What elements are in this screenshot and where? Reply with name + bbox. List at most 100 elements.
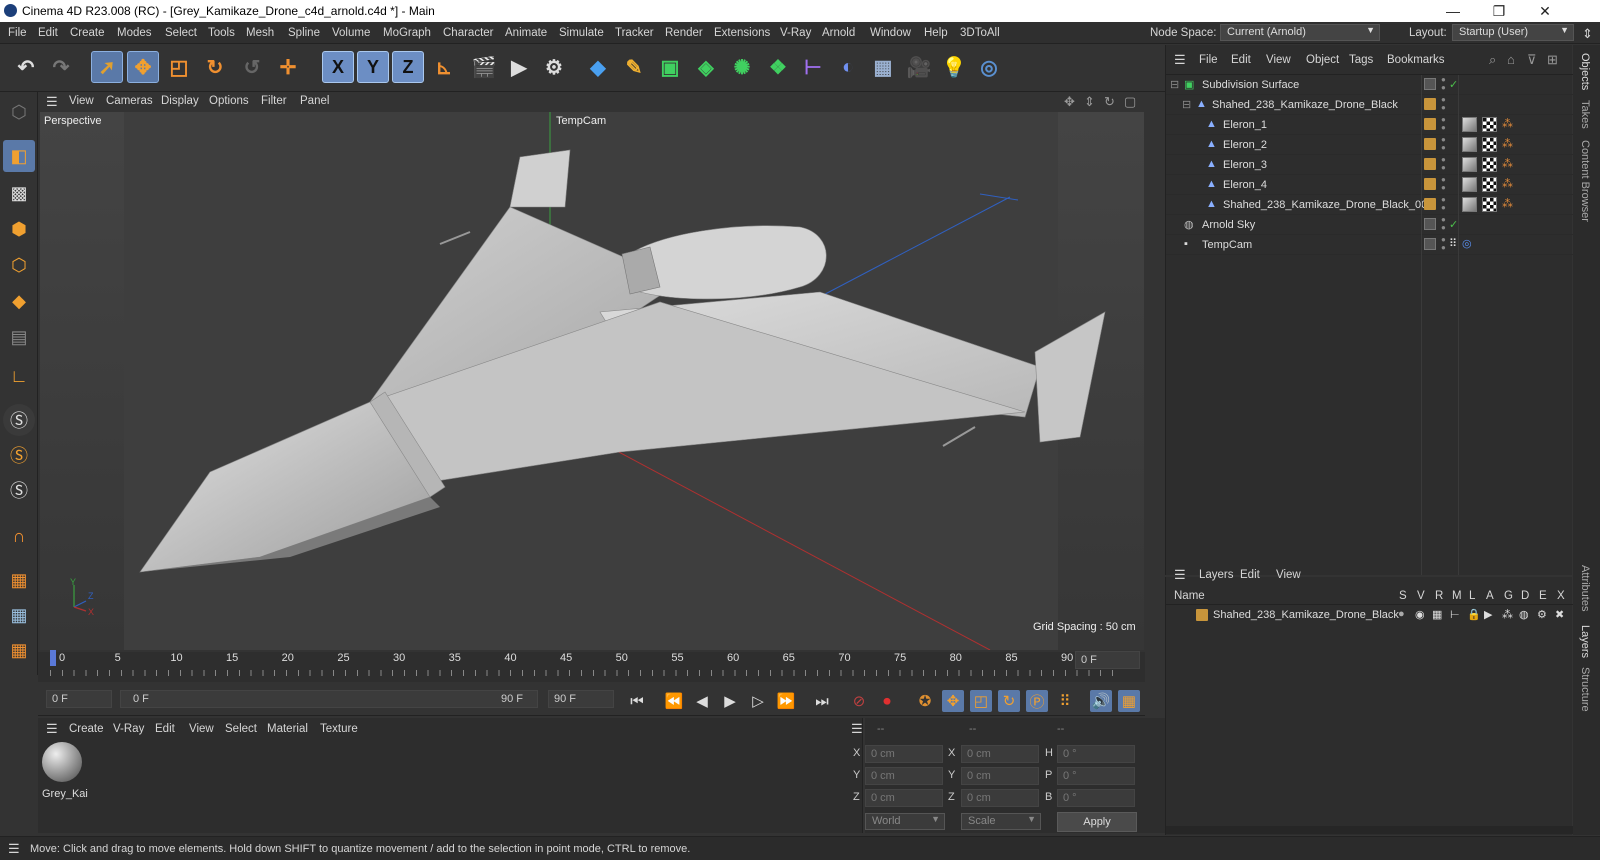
material-menu-texture[interactable]: Texture [320,723,358,735]
menu-tools[interactable]: Tools [208,27,235,39]
object-row[interactable]: ▲ Eleron_2 ● ● ⁂ [1166,135,1573,155]
viewport-menu-display[interactable]: Display [161,95,199,107]
collapse-icon[interactable]: ⊟ [1170,78,1182,91]
size-z-field[interactable]: 0 cm [961,789,1039,807]
visibility-dots-icon[interactable]: ● ● [1441,236,1446,252]
home-icon[interactable]: ⌂ [1507,52,1515,67]
visibility-dots-icon[interactable]: ● ● [1441,96,1446,112]
python-icon[interactable]: ◎ [973,51,1005,83]
tab-structure[interactable]: Structure [1579,667,1591,712]
collapse-icon[interactable]: ⊟ [1182,98,1194,111]
go-to-start-icon[interactable]: ⏮ [626,690,648,712]
camera-label[interactable]: TempCam [556,115,606,127]
object-row[interactable]: ⊟ ▲ Shahed_238_Kamikaze_Drone_Black ● ● [1166,95,1573,115]
layer-col-a[interactable]: A [1486,590,1494,602]
menu-animate[interactable]: Animate [505,27,547,39]
object-row[interactable]: ▲ Eleron_3 ● ● ⁂ [1166,155,1573,175]
menu-extensions[interactable]: Extensions [714,27,770,39]
layer-col-m[interactable]: M [1452,590,1462,602]
hamburger-icon[interactable]: ☰ [8,841,20,857]
material-swatch[interactable] [42,742,82,782]
scale-tool-icon[interactable]: ◰ [163,51,195,83]
key-rotation-icon[interactable]: ↻ [998,690,1020,712]
om-menu-bookmarks[interactable]: Bookmarks [1387,54,1445,66]
editor-visibility-icon[interactable] [1424,78,1436,90]
key-scale-icon[interactable]: ◰ [970,690,992,712]
tab-objects[interactable]: Objects [1579,53,1591,90]
viewport-menu-filter[interactable]: Filter [261,95,287,107]
editor-visibility-icon[interactable] [1424,238,1436,250]
points-mode-icon[interactable]: ⬢ [3,213,35,245]
xref-icon[interactable]: ✖ [1555,608,1564,621]
maximize-button[interactable]: ❐ [1476,0,1522,22]
menu-spline[interactable]: Spline [288,27,320,39]
visibility-dots-icon[interactable]: ● ● [1441,176,1446,192]
om-menu-tags[interactable]: Tags [1349,54,1373,66]
next-frame-icon[interactable]: ▷ [747,690,769,712]
play-icon[interactable]: ▶ [719,690,741,712]
layout-toggle-icon[interactable]: ⇕ [1582,26,1593,42]
workplane-snap-icon[interactable]: Ⓢ [3,474,35,506]
visibility-dots-icon[interactable]: ● ● [1441,156,1446,172]
object-name[interactable]: Eleron_1 [1223,119,1267,131]
filter-icon[interactable]: ⊽ [1527,52,1537,68]
close-button[interactable]: ✕ [1522,0,1568,22]
layer-menu-view[interactable]: View [1276,569,1301,581]
hamburger-icon[interactable]: ☰ [851,721,863,737]
object-row[interactable]: ▲ Eleron_1 ● ● ⁂ [1166,115,1573,135]
om-menu-view[interactable]: View [1266,54,1291,66]
object-name[interactable]: Arnold Sky [1202,219,1255,231]
enabled-check-icon[interactable]: ✓ [1449,78,1458,91]
deformers-icon[interactable]: ◍ [1519,608,1529,621]
menu-file[interactable]: File [8,27,27,39]
uv-mode-icon[interactable]: ▤ [3,321,35,353]
pos-x-field[interactable]: 0 cm [865,745,943,763]
visibility-dots-icon[interactable]: ● ● [1441,76,1446,92]
tab-attributes[interactable]: Attributes [1579,565,1591,611]
viewport-menu-options[interactable]: Options [209,95,249,107]
menu-character[interactable]: Character [443,27,494,39]
animation-icon[interactable]: ▶ [1484,608,1492,621]
menu-arnold[interactable]: Arnold [822,27,855,39]
cube-icon[interactable]: ◆ [582,51,614,83]
menu-create[interactable]: Create [70,27,105,39]
minimize-button[interactable]: — [1430,0,1476,22]
menu-select[interactable]: Select [165,27,197,39]
viewport-menu-view[interactable]: View [69,95,94,107]
layer-color-swatch[interactable] [1196,609,1208,621]
light-icon[interactable]: 💡 [938,51,970,83]
visibility-dots-icon[interactable]: ● ● [1441,196,1446,212]
object-row[interactable]: ⊟ ▣ Subdivision Surface ● ● ✓ [1166,75,1573,95]
expressions-icon[interactable]: ⚙ [1537,608,1547,621]
visibility-dots-icon[interactable]: ● ● [1441,136,1446,152]
axis-mode-icon[interactable]: ∟ [3,360,35,392]
material-menu-create[interactable]: Create [69,723,104,735]
tab-content-browser[interactable]: Content Browser [1579,140,1591,222]
rotate-tool-icon[interactable]: ↻ [199,51,231,83]
object-row[interactable]: ◍ Arnold Sky ● ● ✓ [1166,215,1573,235]
phong-tag-icon[interactable]: ⁂ [1502,117,1513,130]
object-name[interactable]: Eleron_2 [1223,139,1267,151]
material-menu-select[interactable]: Select [225,723,257,735]
render-icon[interactable]: ▦ [1432,608,1442,621]
layer-row[interactable]: Shahed_238_Kamikaze_Drone_Black ● ◉ ▦ ⊢ … [1166,605,1573,625]
layer-color-swatch[interactable] [1424,158,1436,170]
material-menu-view[interactable]: View [189,723,214,735]
field-icon[interactable]: ◐ [832,51,864,83]
keyframe-selection-icon[interactable]: ✪ [914,690,936,712]
material-tag-icon[interactable] [1462,137,1477,152]
layer-menu-layers[interactable]: Layers [1199,569,1234,581]
layer-col-g[interactable]: G [1504,590,1513,602]
texture-tag-icon[interactable] [1482,197,1497,212]
previous-frame-icon[interactable]: ◀ [691,690,713,712]
autokey-icon[interactable]: ⏺ [876,690,898,712]
object-row[interactable]: ▲ Eleron_4 ● ● ⁂ [1166,175,1573,195]
layer-color-swatch[interactable] [1424,98,1436,110]
tab-layers[interactable]: Layers [1579,625,1591,658]
menu-edit[interactable]: Edit [38,27,58,39]
edges-mode-icon[interactable]: ⬡ [3,249,35,281]
texture-tag-icon[interactable] [1482,137,1497,152]
material-tag-icon[interactable] [1462,177,1477,192]
visibility-dots-icon[interactable]: ● ● [1441,216,1446,232]
hamburger-icon[interactable]: ☰ [1174,52,1186,68]
